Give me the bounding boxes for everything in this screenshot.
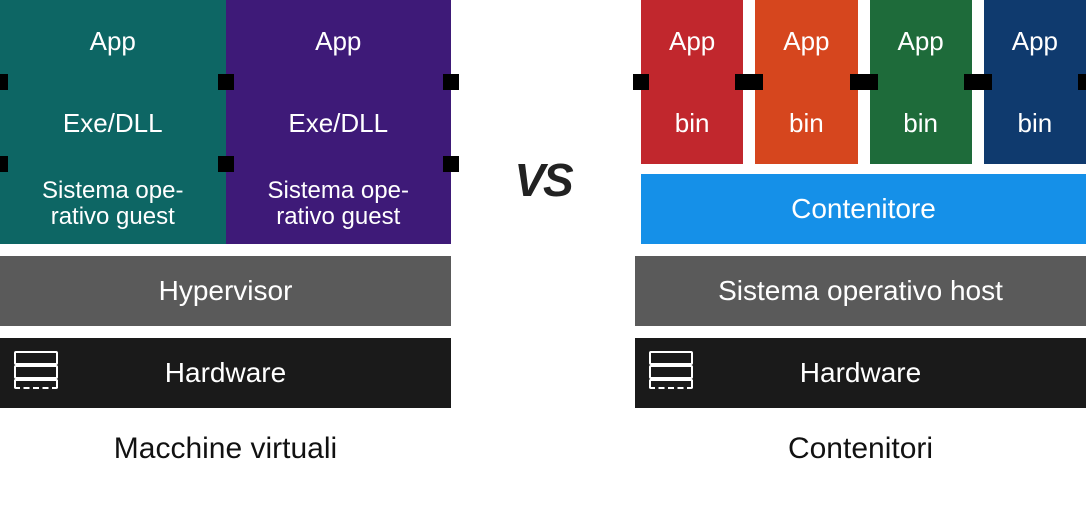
container-hardware-label: Hardware: [800, 357, 921, 389]
container-col-2: App bin: [755, 0, 857, 164]
container-hardware-layer: Hardware: [635, 338, 1086, 408]
vm-column-1: App Exe/DLL Sistema ope-rativo guest: [0, 0, 226, 244]
vm1-guest-os: Sistema ope-rativo guest: [0, 164, 226, 244]
hypervisor-label: Hypervisor: [159, 275, 293, 307]
vm-column-2: App Exe/DLL Sistema ope-rativo guest: [226, 0, 452, 244]
server-icon: [649, 351, 693, 395]
container-col-3: App bin: [870, 0, 972, 164]
c3-app: App: [870, 0, 972, 82]
container-col-1: App bin: [641, 0, 743, 164]
c1-bin: bin: [641, 82, 743, 164]
container-side: App bin App bin App bin App bin Contenit…: [543, 0, 1086, 514]
c4-bin: bin: [984, 82, 1086, 164]
c1-app: App: [641, 0, 743, 82]
vm2-guest-os: Sistema ope-rativo guest: [226, 164, 452, 244]
c3-bin: bin: [870, 82, 972, 164]
host-os-layer: Sistema operativo host: [635, 256, 1086, 326]
vm-caption: Macchine virtuali: [0, 432, 451, 466]
container-caption: Contenitori: [635, 432, 1086, 466]
container-columns: App bin App bin App bin App bin: [635, 0, 1086, 164]
container-col-4: App bin: [984, 0, 1086, 164]
vm1-app: App: [0, 0, 226, 82]
vm2-exe: Exe/DLL: [226, 82, 452, 164]
host-os-label: Sistema operativo host: [718, 275, 1003, 307]
vm-hardware-layer: Hardware: [0, 338, 451, 408]
vm-columns: App Exe/DLL Sistema ope-rativo guest App…: [0, 0, 451, 244]
container-engine-label: Contenitore: [791, 193, 936, 225]
diagram-container: App Exe/DLL Sistema ope-rativo guest App…: [0, 0, 1086, 514]
c2-app: App: [755, 0, 857, 82]
c4-app: App: [984, 0, 1086, 82]
vs-badge: VS: [496, 145, 589, 215]
vm-side: App Exe/DLL Sistema ope-rativo guest App…: [0, 0, 543, 514]
server-icon: [14, 351, 58, 395]
vm-hardware-label: Hardware: [165, 357, 286, 389]
vm1-exe: Exe/DLL: [0, 82, 226, 164]
container-engine-layer: Contenitore: [641, 174, 1086, 244]
vm2-app: App: [226, 0, 452, 82]
hypervisor-layer: Hypervisor: [0, 256, 451, 326]
c2-bin: bin: [755, 82, 857, 164]
